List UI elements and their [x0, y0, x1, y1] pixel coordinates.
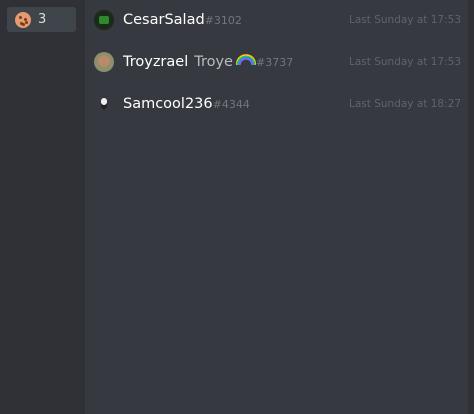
- username: CesarSalad: [123, 12, 205, 28]
- username: Samcool236: [123, 96, 213, 112]
- nickname: Troye: [194, 54, 233, 70]
- cookie-icon: [15, 11, 31, 28]
- username: Troyzrael: [123, 54, 189, 70]
- discriminator: #4344: [212, 98, 250, 111]
- list-item[interactable]: Troyzrael Troye #3737 Last Sunday at 17:53: [85, 42, 468, 82]
- timestamp: Last Sunday at 18:27: [349, 98, 461, 110]
- reaction-filter-cookie[interactable]: 3: [7, 7, 76, 32]
- avatar[interactable]: [94, 10, 114, 30]
- list-item[interactable]: Samcool236#4344 Last Sunday at 18:27: [85, 84, 468, 124]
- discriminator: #3737: [255, 56, 294, 69]
- avatar[interactable]: [94, 52, 114, 72]
- timestamp: Last Sunday at 17:53: [349, 56, 461, 68]
- avatar[interactable]: [94, 94, 114, 114]
- rainbow-icon: [235, 54, 256, 65]
- reaction-count: 3: [38, 12, 47, 27]
- list-item[interactable]: CesarSalad#3102 Last Sunday at 17:53: [85, 0, 468, 40]
- scroll-gutter: [468, 0, 474, 414]
- timestamp: Last Sunday at 17:53: [349, 14, 461, 26]
- discriminator: #3102: [204, 14, 242, 27]
- reaction-sidebar: 3: [0, 0, 85, 414]
